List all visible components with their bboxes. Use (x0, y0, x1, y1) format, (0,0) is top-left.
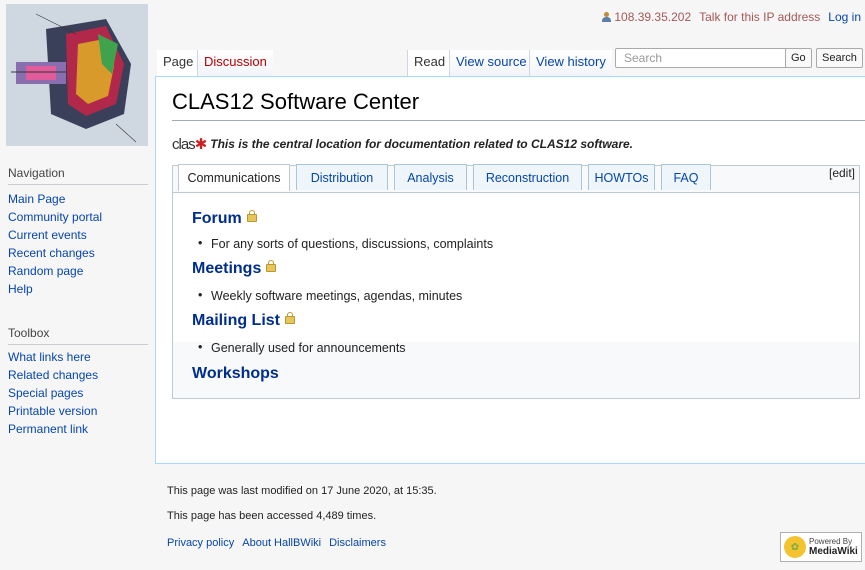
badge-small-text: Powered By (809, 537, 853, 546)
site-logo[interactable] (6, 4, 148, 146)
tab-view-source[interactable]: View source (449, 50, 533, 76)
privacy-policy-link[interactable]: Privacy policy (167, 537, 234, 549)
sidebar-item-permanent-link[interactable]: Permanent link (8, 420, 88, 438)
disclaimers-link[interactable]: Disclaimers (329, 537, 386, 549)
footer-accessed: This page has been accessed 4,489 times. (167, 510, 377, 522)
tab-read[interactable]: Read (407, 50, 452, 76)
lock-icon (246, 210, 257, 222)
sidebar-item-recent-changes[interactable]: Recent changes (8, 244, 95, 262)
badge-big-text: MediaWiki (809, 546, 858, 557)
section-forum-title[interactable]: Forum (192, 210, 242, 227)
login-link[interactable]: Log in (828, 10, 861, 24)
lock-icon (266, 260, 277, 272)
toolbox-divider (8, 344, 148, 345)
sidebar-item-current-events[interactable]: Current events (8, 226, 87, 244)
sidebar-item-community-portal[interactable]: Community portal (8, 208, 102, 226)
personal-tools: 108.39.35.202 Talk for this IP address L… (601, 10, 861, 24)
list-item: For any sorts of questions, discussions,… (198, 236, 493, 251)
talk-link[interactable]: Talk for this IP address (699, 10, 820, 24)
portal-tab-communications[interactable]: Communications (178, 164, 290, 191)
portal-tab-analysis[interactable]: Analysis (394, 164, 467, 190)
section-meetings[interactable]: Meetings (192, 260, 277, 278)
list-item: Generally used for announcements (198, 340, 406, 355)
sidebar-item-random-page[interactable]: Random page (8, 262, 83, 280)
toolbox-heading: Toolbox (8, 326, 50, 340)
search-input[interactable]: Search (615, 48, 792, 68)
footer-links: Privacy policy About HallBWiki Disclaime… (167, 537, 386, 549)
ip-address[interactable]: 108.39.35.202 (614, 10, 691, 24)
detector-logo-image (6, 4, 148, 146)
mediawiki-flower-icon: ✿ (784, 536, 806, 558)
portal-tab-faq[interactable]: FAQ (661, 164, 711, 190)
portal-tab-howtos[interactable]: HOWTOs (588, 164, 655, 190)
tab-page[interactable]: Page (157, 50, 200, 76)
sidebar-item-main-page[interactable]: Main Page (8, 190, 65, 208)
list-item: Weekly software meetings, agendas, minut… (198, 288, 462, 303)
intro-line: clas✱ This is the central location for d… (172, 135, 633, 153)
intro-text: This is the central location for documen… (210, 137, 634, 151)
section-mailing-list[interactable]: Mailing List (192, 312, 295, 330)
user-icon (601, 12, 612, 22)
section-workshops[interactable]: Workshops (192, 365, 279, 383)
section-mailing-list-title[interactable]: Mailing List (192, 312, 280, 329)
footer-last-modified: This page was last modified on 17 June 2… (167, 485, 437, 497)
section-meetings-title[interactable]: Meetings (192, 260, 261, 277)
sidebar-item-what-links-here[interactable]: What links here (8, 348, 91, 366)
section-forum[interactable]: Forum (192, 210, 257, 228)
lock-icon (285, 312, 295, 324)
clas-logo-text: clas (172, 136, 196, 153)
edit-link[interactable]: [edit] (829, 166, 855, 180)
navigation-divider (8, 184, 148, 185)
communications-panel: Forum For any sorts of questions, discus… (173, 192, 859, 382)
mediawiki-badge-text: Powered By MediaWiki (809, 537, 858, 557)
search-button[interactable]: Search (816, 48, 863, 68)
sidebar-item-special-pages[interactable]: Special pages (8, 384, 83, 402)
portal-tab-reconstruction[interactable]: Reconstruction (473, 164, 582, 190)
portal-tab-box: Communications Distribution Analysis Rec… (172, 164, 860, 399)
about-link[interactable]: About HallBWiki (242, 537, 321, 549)
go-button[interactable]: Go (785, 48, 812, 68)
sidebar-item-related-changes[interactable]: Related changes (8, 366, 98, 384)
powered-by-mediawiki-badge[interactable]: ✿ Powered By MediaWiki (780, 532, 862, 562)
ip-link[interactable]: 108.39.35.202 (601, 10, 691, 24)
clas-logo-icon: clas✱ (172, 136, 207, 153)
sidebar-item-printable-version[interactable]: Printable version (8, 402, 97, 420)
title-divider (172, 120, 865, 121)
sidebar-item-help[interactable]: Help (8, 280, 33, 298)
portal-tab-distribution[interactable]: Distribution (296, 164, 388, 190)
tab-view-history[interactable]: View history (529, 50, 612, 76)
page-title: CLAS12 Software Center (172, 89, 420, 114)
navigation-heading: Navigation (8, 166, 65, 180)
main-content: CLAS12 Software Center clas✱ This is the… (155, 76, 865, 464)
tab-discussion[interactable]: Discussion (197, 50, 273, 76)
